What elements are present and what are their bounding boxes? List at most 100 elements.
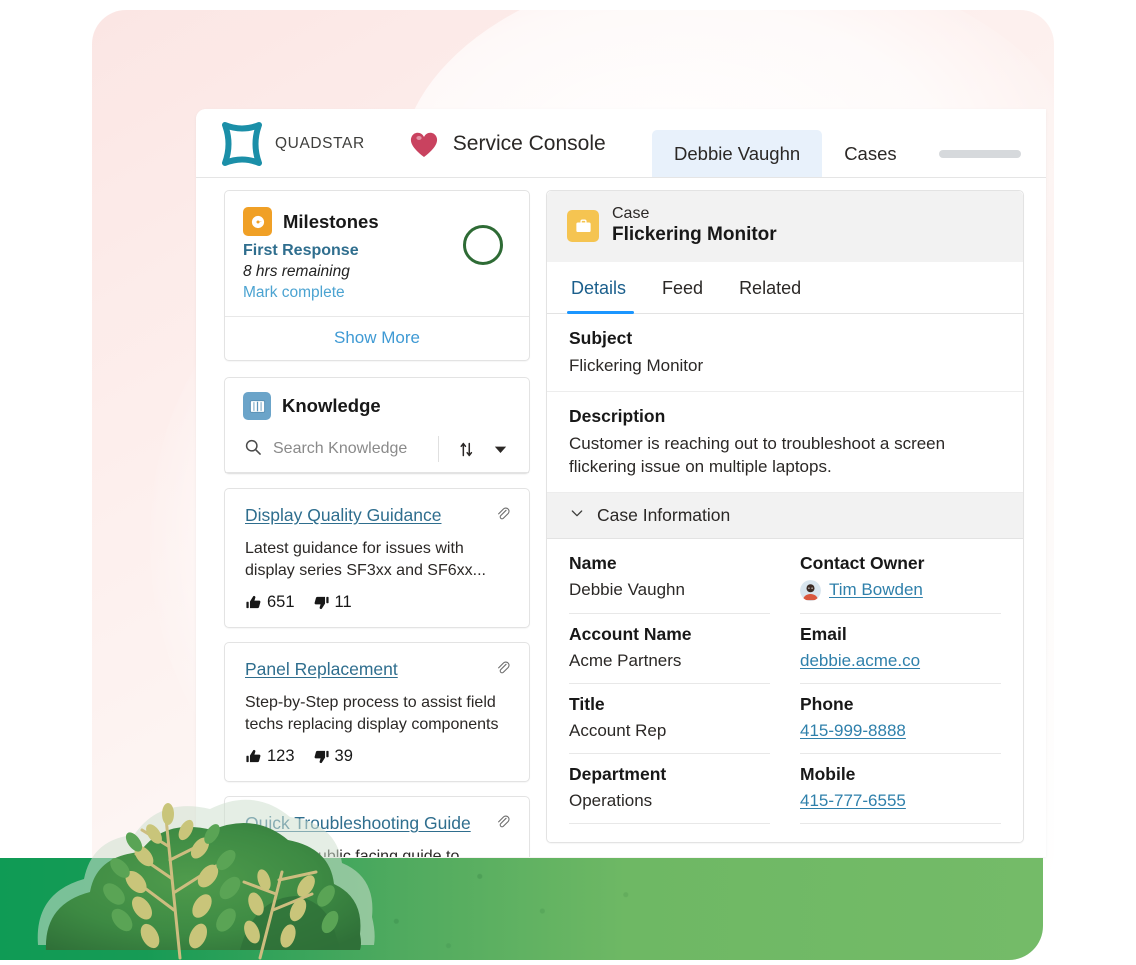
mobile-link[interactable]: 415-777-6555 [800, 791, 1001, 811]
brand-name: QUADSTAR [275, 134, 365, 152]
field-label: Name [569, 552, 617, 573]
tab-cases[interactable]: Cases [822, 130, 918, 178]
knowledge-article-card[interactable]: Display Quality Guidance Latest guidance… [224, 488, 530, 629]
tab-label: Details [571, 278, 627, 299]
contact-owner-value[interactable]: Tim Bowden [800, 579, 1001, 601]
knowledge-header: Knowledge [225, 378, 529, 420]
app-body: Milestones First Response 8 hrs remainin… [196, 178, 1046, 857]
app-header: QUADSTAR Service Console Debbie Vaughn C… [196, 109, 1046, 178]
field-value: Acme Partners [569, 650, 682, 670]
case-tabs: Details Feed Related [547, 262, 1023, 315]
field-label: Title [569, 693, 605, 714]
tab-placeholder[interactable] [919, 130, 1041, 178]
field-label: Phone [800, 693, 854, 714]
header-divider [196, 177, 1046, 178]
field-value: Account Rep [569, 720, 667, 740]
article-title[interactable]: Panel Replacement [245, 659, 398, 681]
field-title[interactable]: Title Account Rep [569, 694, 770, 754]
avatar [800, 579, 821, 601]
field-contact-owner[interactable]: Contact Owner Tim Bowden [800, 553, 1001, 614]
milestones-content: Milestones First Response 8 hrs remainin… [243, 207, 463, 302]
knowledge-title: Knowledge [282, 395, 381, 416]
milestone-time-remaining: 8 hrs remaining [243, 263, 350, 280]
app-launcher[interactable]: Service Console [365, 129, 606, 159]
article-title[interactable]: Display Quality Guidance [245, 505, 441, 527]
case-record-panel: Case Flickering Monitor Details Feed Rel… [546, 190, 1024, 843]
thumbs-down-icon [314, 597, 329, 610]
search-knowledge-input[interactable]: Search Knowledge [243, 437, 428, 462]
case-header-text: Case Flickering Monitor [612, 205, 777, 247]
email-link[interactable]: debbie.acme.co [800, 651, 1001, 671]
knowledge-search-row: Search Knowledge [225, 420, 529, 472]
field-label: Mobile [800, 763, 856, 784]
bush-illustration [30, 760, 410, 960]
app-window: QUADSTAR Service Console Debbie Vaughn C… [196, 109, 1046, 857]
milestone-status-indicator[interactable] [463, 225, 503, 265]
tab-placeholder-bar [938, 150, 1021, 158]
sort-arrows-icon[interactable] [449, 434, 483, 464]
paperclip-icon[interactable] [494, 505, 511, 527]
description-value: Customer is reaching out to troubleshoot… [569, 433, 946, 477]
book-icon [243, 392, 271, 420]
field-name[interactable]: Name Debbie Vaughn [569, 553, 770, 614]
subject-label: Subject [569, 328, 633, 349]
milestones-body: Milestones First Response 8 hrs remainin… [225, 191, 529, 316]
case-information-section-header[interactable]: Case Information [547, 492, 1023, 539]
paperclip-icon[interactable] [494, 659, 511, 681]
left-column: Milestones First Response 8 hrs remainin… [224, 190, 530, 857]
article-description: Latest guidance for issues with display … [245, 540, 486, 579]
tab-label: Feed [662, 278, 704, 299]
phone-link[interactable]: 415-999-8888 [800, 721, 1001, 741]
field-department[interactable]: Department Operations [569, 764, 770, 824]
milestones-title: Milestones [283, 210, 379, 232]
tab-feed[interactable]: Feed [644, 262, 721, 313]
article-header: Panel Replacement [245, 659, 511, 681]
right-column: Case Flickering Monitor Details Feed Rel… [546, 190, 1024, 857]
field-label: Email [800, 623, 847, 644]
tab-label: Cases [844, 143, 897, 164]
heart-icon [408, 129, 440, 159]
chevron-down-icon[interactable] [569, 505, 585, 526]
quadstar-diamond-icon [220, 121, 264, 167]
description-field[interactable]: Description Customer is reaching out to … [547, 391, 1023, 493]
case-record-name: Flickering Monitor [612, 224, 777, 246]
paperclip-icon[interactable] [494, 813, 511, 835]
downvote-count: 11 [334, 593, 352, 612]
tab-details[interactable]: Details [567, 262, 644, 315]
milestone-timer-icon [243, 207, 272, 236]
field-phone[interactable]: Phone 415-999-8888 [800, 694, 1001, 754]
workspace-tabs: Debbie Vaughn Cases [652, 109, 1041, 178]
search-knowledge-placeholder: Search Knowledge [273, 440, 408, 457]
thumbs-up-icon [246, 596, 261, 609]
upvote-count: 651 [267, 593, 295, 612]
field-account-name[interactable]: Account Name Acme Partners [569, 624, 770, 684]
case-information-fields: Name Debbie Vaughn Contact Owner Tim Bow… [547, 538, 1023, 842]
search-icon [243, 437, 263, 462]
article-header: Display Quality Guidance [245, 505, 511, 527]
case-header: Case Flickering Monitor [547, 191, 1023, 263]
description-label: Description [569, 405, 666, 426]
toolbar-divider [438, 436, 439, 462]
field-mobile[interactable]: Mobile 415-777-6555 [800, 764, 1001, 824]
article-downvotes[interactable]: 11 [313, 593, 352, 612]
article-upvotes[interactable]: 651 [245, 593, 295, 612]
contact-owner-link[interactable]: Tim Bowden [829, 580, 923, 600]
case-briefcase-icon [567, 210, 599, 243]
tab-label: Related [739, 278, 802, 299]
brand[interactable]: QUADSTAR [196, 121, 365, 167]
subject-field[interactable]: Subject Flickering Monitor [547, 314, 1023, 392]
milestone-item-name: First Response [243, 242, 359, 259]
knowledge-divider [225, 472, 529, 473]
subject-value: Flickering Monitor [569, 356, 704, 376]
tab-label: Debbie Vaughn [674, 143, 801, 164]
milestones-footer: Show More [225, 316, 529, 360]
tab-debbie-vaughn[interactable]: Debbie Vaughn [652, 130, 823, 178]
field-email[interactable]: Email debbie.acme.co [800, 624, 1001, 684]
mark-complete-link[interactable]: Mark complete [243, 284, 463, 302]
article-votes: 651 11 [245, 593, 511, 612]
show-more-button[interactable]: Show More [334, 328, 420, 347]
tab-related[interactable]: Related [721, 262, 819, 313]
chevron-down-icon[interactable] [483, 434, 517, 464]
app-name: Service Console [452, 131, 606, 155]
milestones-title-row: Milestones [243, 207, 463, 236]
